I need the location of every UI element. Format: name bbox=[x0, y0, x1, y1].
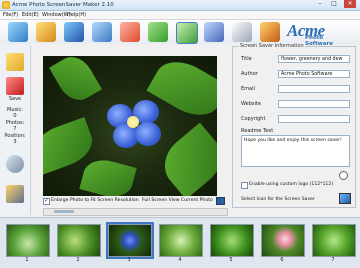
thumbnail-number: 5 bbox=[229, 257, 233, 263]
thumbnail-5[interactable] bbox=[210, 224, 254, 257]
close-button[interactable]: ✕ bbox=[344, 0, 356, 8]
author-label: Author bbox=[241, 71, 258, 77]
thumbnail-7[interactable] bbox=[312, 224, 356, 257]
save-icon[interactable] bbox=[6, 77, 24, 95]
title-field[interactable]: flower, greenery and dew bbox=[278, 55, 350, 63]
copyright-label: Copyright bbox=[241, 116, 266, 122]
thumbnail-3[interactable] bbox=[106, 222, 154, 259]
select-icon-label: Select Icon for the Screen Saver bbox=[241, 197, 315, 202]
window-title: Acme Photo ScreenSaver Maker 2.10 bbox=[12, 2, 114, 8]
thumbnail-2[interactable] bbox=[57, 224, 101, 257]
thumbnail-1[interactable] bbox=[6, 224, 50, 257]
screen-saver-info-panel: Screen Saver Information Title flower, g… bbox=[232, 43, 356, 208]
thumbnail-number: 2 bbox=[76, 257, 80, 263]
thumbnail-4[interactable] bbox=[159, 224, 203, 257]
tools-icon[interactable] bbox=[6, 185, 24, 203]
thumbnail-number: 4 bbox=[178, 257, 182, 263]
author-field[interactable]: Acme Photo Software bbox=[278, 70, 350, 78]
custom-logo-checkbox[interactable] bbox=[241, 182, 248, 189]
edit-info-icon[interactable] bbox=[232, 22, 252, 42]
music-icon[interactable] bbox=[6, 155, 24, 173]
photo-preview[interactable] bbox=[43, 56, 217, 196]
menu-file[interactable]: File(F) bbox=[3, 12, 18, 18]
thumbnail-number: 1 bbox=[25, 257, 29, 263]
thumbnail-6[interactable] bbox=[261, 224, 305, 257]
website-label: Website bbox=[241, 101, 261, 107]
horizontal-scrollbar[interactable] bbox=[43, 208, 228, 216]
settings-icon[interactable] bbox=[176, 22, 198, 44]
title-label: Title bbox=[241, 56, 252, 62]
screen-saver-icon[interactable] bbox=[339, 193, 351, 204]
thumbnail-number: 3 bbox=[127, 257, 131, 263]
custom-logo-label: Enable using custom logo (112*112) bbox=[249, 182, 334, 187]
thumbnail-number: 7 bbox=[331, 257, 335, 263]
text-icon[interactable] bbox=[120, 22, 140, 42]
menu-help[interactable]: Help(H) bbox=[67, 12, 86, 18]
readme-label: Readme Text bbox=[241, 128, 274, 134]
menu-bar: File(F) Edit(E) Window(W) Help(H) bbox=[0, 11, 360, 20]
sidebar: Save Music: 0 Photos: 7 Position: 3 bbox=[0, 45, 31, 215]
email-label: Email bbox=[241, 86, 255, 92]
photos-count: 7 bbox=[13, 126, 17, 132]
thumbnail-strip: 1 2 3 4 5 6 7 bbox=[0, 217, 360, 268]
app-icon bbox=[2, 1, 10, 9]
leaf-shape bbox=[153, 122, 217, 196]
music-count: 0 bbox=[13, 113, 17, 119]
info-heading: Screen Saver Information bbox=[239, 43, 305, 49]
enlarge-checkbox[interactable] bbox=[43, 197, 50, 205]
scrollbar-thumb[interactable] bbox=[54, 210, 74, 213]
enlarge-label: Enlarge Photo to Fit Screen Resolution bbox=[51, 198, 139, 203]
save-label: Save bbox=[8, 96, 22, 102]
fullscreen-label: Full Screen View Current Photo bbox=[142, 198, 213, 203]
resolution-icon[interactable] bbox=[148, 22, 168, 42]
email-field[interactable] bbox=[278, 85, 350, 93]
title-bar: Acme Photo ScreenSaver Maker 2.10 – □ ✕ bbox=[0, 0, 360, 11]
add-photo-icon[interactable] bbox=[6, 53, 24, 71]
minimize-button[interactable]: – bbox=[314, 0, 326, 8]
fullscreen-icon[interactable] bbox=[216, 197, 225, 205]
leaf-shape bbox=[79, 155, 137, 196]
open-photos-icon[interactable] bbox=[8, 22, 28, 42]
transition-icon[interactable] bbox=[64, 22, 84, 42]
thumbnail-number: 6 bbox=[280, 257, 284, 263]
website-field[interactable] bbox=[278, 100, 350, 108]
maximize-button[interactable]: □ bbox=[328, 0, 340, 8]
leaf-shape bbox=[49, 56, 102, 107]
blue-flower bbox=[107, 98, 161, 148]
search-logo-icon[interactable] bbox=[339, 171, 348, 180]
readme-textarea[interactable]: Hope you like and enjoy this screen save… bbox=[241, 135, 350, 167]
menu-edit[interactable]: Edit(E) bbox=[22, 12, 39, 18]
acme-logo: Acme Photo Software bbox=[283, 20, 353, 47]
copyright-field[interactable] bbox=[278, 115, 350, 123]
add-folder-icon[interactable] bbox=[36, 22, 56, 42]
build-icon[interactable] bbox=[204, 22, 224, 42]
position-value: 3 bbox=[13, 139, 17, 145]
autorun-icon[interactable] bbox=[92, 22, 112, 42]
wizard-icon[interactable] bbox=[260, 22, 280, 42]
